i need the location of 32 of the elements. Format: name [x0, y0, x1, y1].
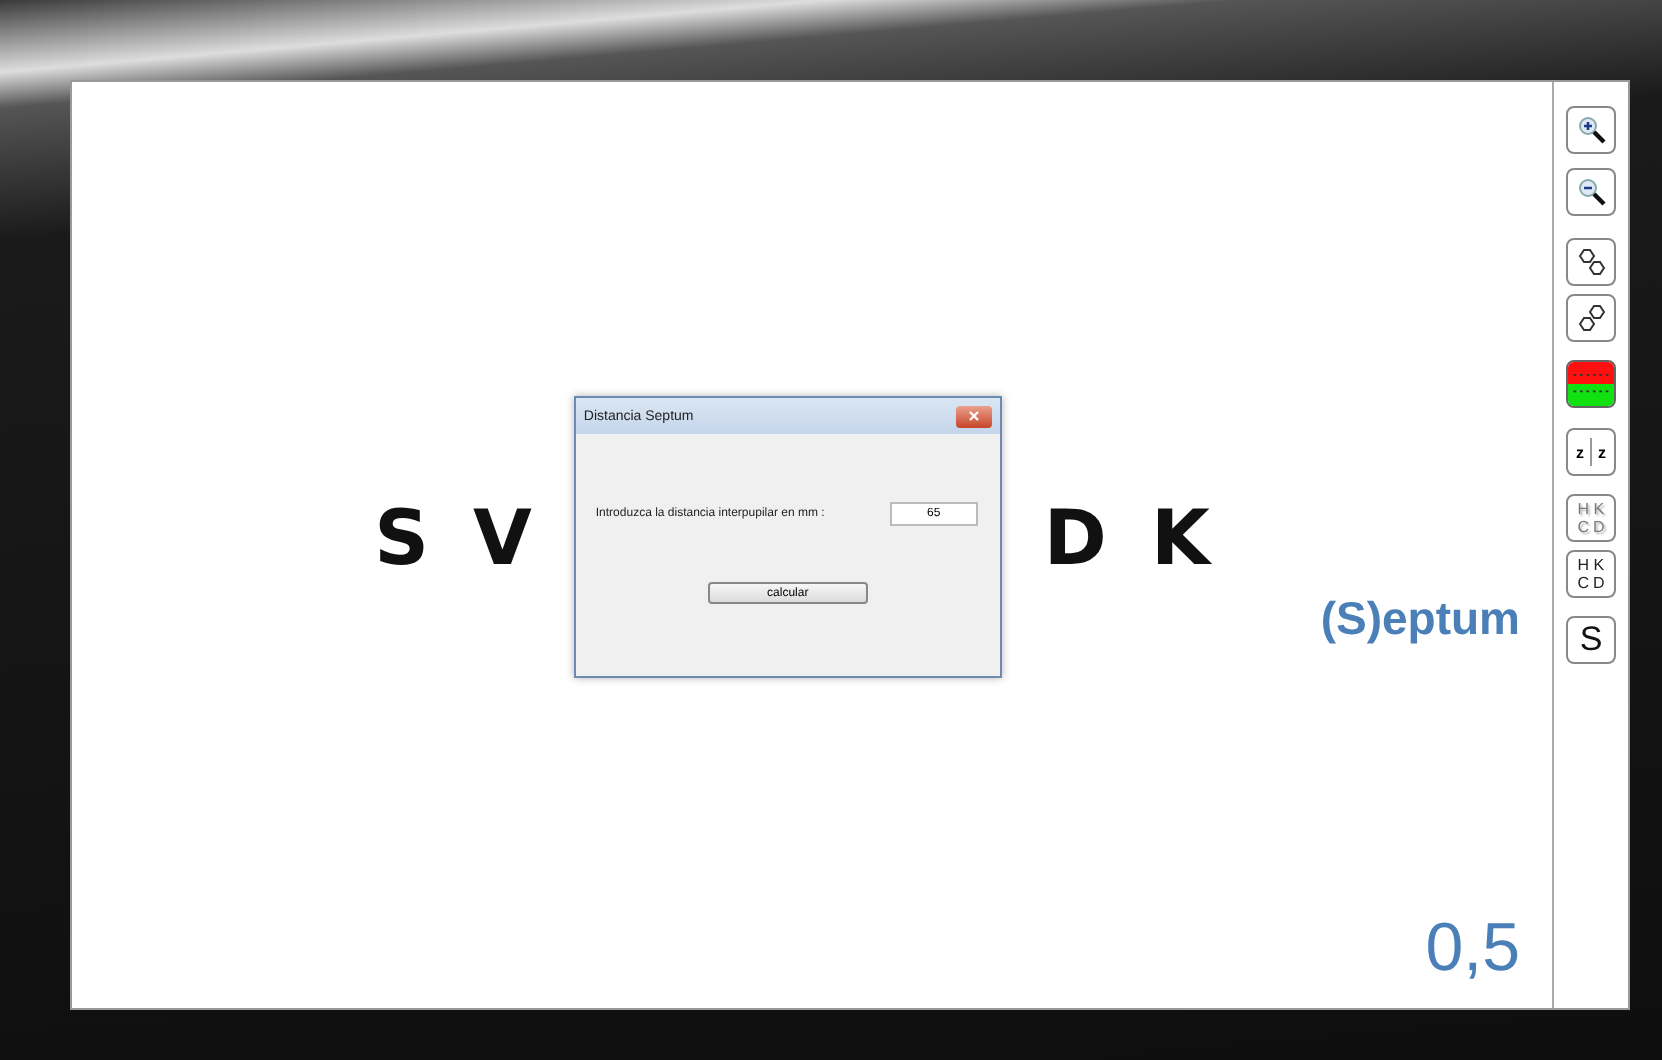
close-button[interactable]	[955, 405, 992, 427]
test-name: (S)eptum	[1320, 592, 1520, 646]
chart-letter: D	[1043, 493, 1107, 581]
chart-letter: V	[472, 493, 532, 581]
letter-label: z	[1576, 443, 1584, 461]
septum-button[interactable]: S	[1566, 616, 1616, 664]
toolbar-button[interactable]: z z	[1566, 428, 1616, 476]
chart-letter: S	[374, 493, 429, 581]
letter-label: C	[1577, 518, 1589, 536]
letter-label: K	[1593, 500, 1605, 518]
toolbar-button[interactable]: H K C D	[1566, 494, 1616, 542]
toolbar-button[interactable]	[1566, 238, 1616, 286]
chart-letter: K	[1150, 493, 1210, 581]
toolbar-button[interactable]	[1566, 168, 1616, 216]
linked-hexagons-icon	[1575, 246, 1607, 278]
letter-label: H	[1577, 500, 1589, 518]
dichoptic-filter-icon	[1568, 362, 1614, 406]
toolbar-button[interactable]	[1566, 106, 1616, 154]
letter-label: D	[1593, 574, 1605, 592]
toolbar-button[interactable]	[1566, 294, 1616, 342]
letter-label: z	[1598, 443, 1606, 461]
toolbar-button[interactable]: H K C D	[1566, 550, 1616, 598]
letter-label: H	[1577, 556, 1589, 574]
linked-hexagons-icon	[1575, 302, 1607, 334]
zoom-out-icon	[1575, 176, 1607, 208]
zoom-in-icon	[1575, 114, 1607, 146]
close-icon	[967, 410, 980, 422]
letter-label: C	[1577, 574, 1589, 592]
letter-label: K	[1593, 556, 1605, 574]
letter-label: D	[1593, 518, 1605, 536]
acuity-value: 0,5	[1425, 910, 1520, 988]
dichoptic-filter-button[interactable]	[1566, 360, 1616, 408]
